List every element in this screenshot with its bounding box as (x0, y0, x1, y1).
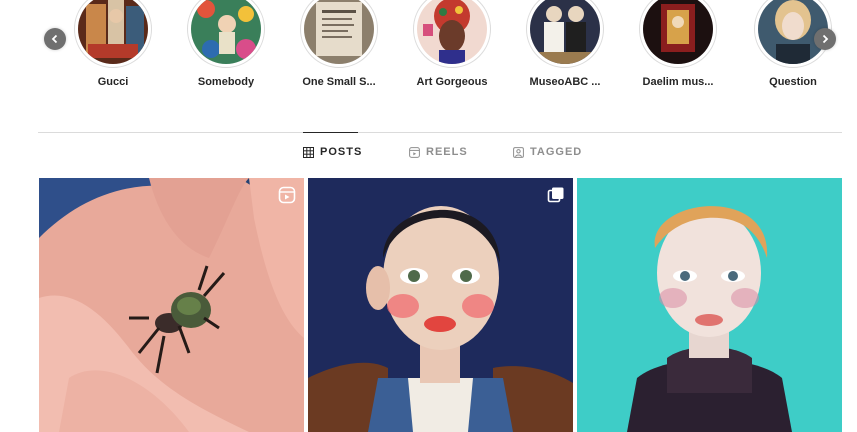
profile-tabs: POSTS REELS TAGGED (0, 146, 857, 166)
post-thumbnail[interactable] (39, 178, 304, 432)
highlight-label: MuseoABC ... (529, 76, 601, 88)
highlight-gucci[interactable]: Gucci (58, 0, 168, 88)
highlight-label: Art Gorgeous (416, 76, 488, 88)
tab-posts[interactable]: POSTS (303, 146, 362, 158)
post-thumbnail[interactable] (577, 178, 842, 432)
highlight-daelim[interactable]: Daelim mus... (623, 0, 733, 88)
chevron-right-icon[interactable] (814, 28, 836, 50)
tab-label: TAGGED (530, 146, 583, 158)
tab-label: REELS (426, 146, 468, 158)
highlight-cover-daelim (643, 0, 713, 64)
carousel-icon (547, 187, 564, 203)
tab-label: POSTS (320, 146, 363, 158)
profile-divider (38, 132, 842, 133)
active-tab-indicator (303, 132, 358, 133)
highlight-label: Daelim mus... (642, 76, 714, 88)
highlight-art-gorgeous[interactable]: Art Gorgeous (397, 0, 507, 88)
highlight-cover-art-gorgeous (417, 0, 487, 64)
highlight-museoabc[interactable]: MuseoABC ... (510, 0, 620, 88)
highlight-cover-somebody (191, 0, 261, 64)
reel-icon (278, 186, 296, 204)
post-thumbnail[interactable] (308, 178, 573, 432)
highlight-cover-one-small (304, 0, 374, 64)
tab-reels[interactable]: REELS (409, 146, 468, 158)
reels-icon (409, 146, 420, 158)
post-image (39, 178, 304, 432)
tagged-icon (513, 146, 524, 158)
story-highlights: Gucci Somebody One Small S... Art Gorgeo… (0, 0, 857, 100)
highlight-one-small[interactable]: One Small S... (284, 0, 394, 88)
grid-icon (303, 146, 314, 158)
highlight-cover-museoabc (530, 0, 600, 64)
highlight-label: Question (769, 76, 817, 88)
highlight-label: Gucci (97, 76, 129, 88)
tab-tagged[interactable]: TAGGED (513, 146, 582, 158)
chevron-left-icon[interactable] (44, 28, 66, 50)
highlight-label: Somebody (197, 76, 255, 88)
highlight-cover-gucci (78, 0, 148, 64)
post-image (308, 178, 573, 432)
post-image (577, 178, 842, 432)
highlight-label: One Small S... (302, 76, 376, 88)
highlight-somebody[interactable]: Somebody (171, 0, 281, 88)
